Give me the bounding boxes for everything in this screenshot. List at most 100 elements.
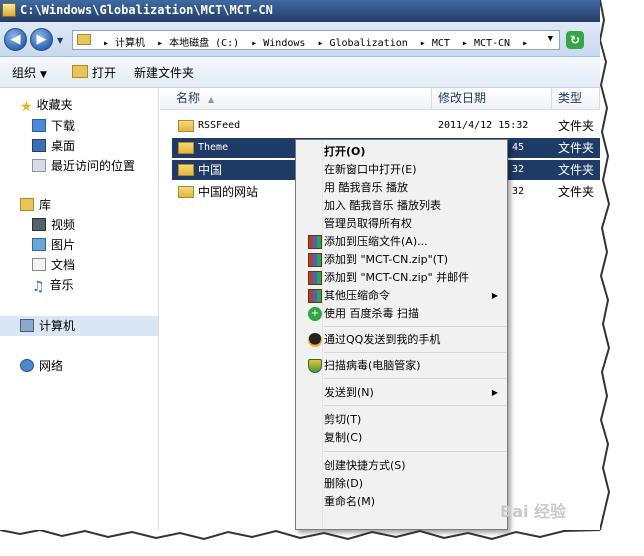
context-menu: 打开(O) 在新窗口中打开(E) 用 酷我音乐 播放 加入 酷我音乐 播放列表 … — [295, 139, 508, 530]
nav-item-videos[interactable]: 视频 — [32, 216, 75, 234]
nav-item-desktop[interactable]: 桌面 — [32, 137, 75, 155]
chevron-right-icon[interactable]: ▸ — [420, 38, 426, 49]
menu-item-other-compress[interactable]: 其他压缩命令 ▶ — [308, 287, 504, 305]
menu-separator — [324, 378, 506, 379]
folder-icon — [77, 34, 91, 45]
nav-network[interactable]: 网络 — [20, 357, 63, 375]
nav-label: 库 — [39, 198, 52, 212]
breadcrumb: ▸ 计算机 ▸ 本地磁盘 (C:) ▸ Windows ▸ Globalization … — [97, 34, 534, 49]
nav-item-pictures[interactable]: 图片 — [32, 236, 75, 254]
refresh-icon[interactable]: ↻ — [566, 31, 584, 49]
menu-separator — [324, 352, 506, 353]
breadcrumb-item[interactable]: 计算机 — [115, 38, 145, 49]
nav-item-documents[interactable]: 文档 — [32, 256, 75, 274]
menu-separator — [324, 405, 506, 406]
file-modified: 45 — [512, 142, 525, 153]
organize-button[interactable]: 组织 ▼ — [12, 64, 47, 81]
menu-item-open-new-window[interactable]: 在新窗口中打开(E) — [324, 161, 417, 179]
new-folder-button[interactable]: 新建文件夹 — [134, 64, 194, 81]
column-header-modified[interactable]: 修改日期 — [432, 88, 552, 109]
arrow-right-icon: ▶ — [36, 32, 47, 47]
navigation-pane: ★收藏夹 下载 桌面 最近访问的位置 库 视频 图片 文档 ♫ 音乐 计算机 — [0, 88, 159, 530]
menu-item-copy[interactable]: 复制(C) — [324, 429, 362, 447]
video-icon — [32, 218, 46, 231]
menu-label: 添加到 "MCT-CN.zip" 并邮件 — [324, 271, 470, 284]
picture-icon — [32, 238, 46, 251]
breadcrumb-item[interactable]: Windows — [263, 38, 305, 49]
chevron-right-icon[interactable]: ▸ — [462, 38, 468, 49]
chevron-right-icon[interactable]: ▸ — [251, 38, 257, 49]
nav-libraries[interactable]: 库 — [20, 196, 51, 214]
nav-item-recent-places[interactable]: 最近访问的位置 — [32, 157, 135, 175]
menu-item-pc-manager-scan[interactable]: 扫描病毒(电脑管家) — [308, 357, 421, 375]
open-label: 打开 — [92, 66, 117, 80]
nav-item-music[interactable]: ♫ 音乐 — [32, 276, 74, 295]
chevron-right-icon[interactable]: ▸ — [157, 38, 163, 49]
file-modified: 32 — [512, 164, 525, 175]
column-label: 名称 — [176, 91, 201, 105]
menu-label: 其他压缩命令 — [324, 289, 390, 302]
back-button[interactable]: ◀ — [4, 28, 27, 51]
menu-item-add-to-archive[interactable]: 添加到压缩文件(A)... — [308, 233, 428, 251]
menu-item-cut[interactable]: 剪切(T) — [324, 411, 361, 429]
chevron-right-icon[interactable]: ▸ — [522, 38, 528, 49]
column-header-row: 名称 ▲ 修改日期 类型 — [160, 88, 600, 110]
file-row-rssfeed[interactable]: RSSFeed 2011/4/12 15:32 文件夹 — [172, 116, 600, 136]
menu-item-send-to[interactable]: 发送到(N) ▶ — [324, 384, 504, 402]
torn-edge-right — [600, 0, 644, 556]
nav-item-downloads[interactable]: 下载 — [32, 117, 75, 135]
baidu-watermark: Bai 经验 — [500, 502, 567, 521]
arrow-left-icon: ◀ — [10, 32, 21, 47]
chevron-right-icon[interactable]: ▸ — [317, 38, 323, 49]
menu-item-open[interactable]: 打开(O) — [324, 143, 365, 161]
menu-item-baidu-scan[interactable]: + 使用 百度杀毒 扫描 — [308, 305, 419, 323]
menu-item-rename[interactable]: 重命名(M) — [324, 493, 375, 511]
recent-pages-dropdown[interactable]: ▼ — [57, 36, 63, 45]
menu-item-delete[interactable]: 删除(D) — [324, 475, 363, 493]
menu-item-play-kuwo[interactable]: 用 酷我音乐 播放 — [324, 179, 408, 197]
nav-label: 网络 — [39, 359, 64, 373]
computer-icon — [20, 319, 34, 332]
nav-label: 图片 — [51, 238, 76, 252]
nav-label: 最近访问的位置 — [51, 159, 136, 173]
star-icon: ★ — [20, 99, 33, 115]
menu-item-qq-send-phone[interactable]: 通过QQ发送到我的手机 — [308, 331, 440, 349]
open-button[interactable]: 打开 — [72, 64, 116, 81]
menu-label: 发送到(N) — [324, 386, 374, 399]
downloads-icon — [32, 119, 46, 132]
forward-button[interactable]: ▶ — [30, 28, 53, 51]
breadcrumb-item[interactable]: Globalization — [329, 38, 407, 49]
folder-open-icon — [72, 65, 88, 78]
recent-places-icon — [32, 159, 46, 172]
file-type: 文件夹 — [558, 141, 595, 155]
address-dropdown-button[interactable]: ▼ — [548, 34, 553, 44]
breadcrumb-item[interactable]: 本地磁盘 (C:) — [169, 38, 239, 49]
nav-favorites[interactable]: ★ 收藏夹 — [20, 96, 73, 115]
nav-computer[interactable]: 计算机 — [20, 317, 75, 335]
menu-item-add-to-zip[interactable]: 添加到 "MCT-CN.zip"(T) — [308, 251, 448, 269]
file-modified: 2011/4/12 15:32 — [438, 120, 529, 131]
file-type: 文件夹 — [558, 119, 595, 133]
chevron-right-icon[interactable]: ▸ — [103, 38, 109, 49]
menu-item-create-shortcut[interactable]: 创建快捷方式(S) — [324, 457, 406, 475]
winrar-icon — [308, 235, 322, 249]
title-bar[interactable]: C:\Windows\Globalization\MCT\MCT-CN — [0, 0, 600, 22]
nav-label: 下载 — [51, 119, 76, 133]
folder-icon — [178, 186, 194, 198]
breadcrumb-item[interactable]: MCT-CN — [474, 38, 510, 49]
menu-item-add-to-zip-email[interactable]: 添加到 "MCT-CN.zip" 并邮件 — [308, 269, 470, 287]
nav-label: 收藏夹 — [36, 98, 73, 112]
menu-label: 添加到压缩文件(A)... — [324, 235, 428, 248]
desktop-icon — [32, 139, 46, 152]
column-header-name[interactable]: 名称 ▲ — [160, 88, 432, 109]
folder-icon — [2, 3, 16, 17]
menu-label: 添加到 "MCT-CN.zip"(T) — [324, 253, 448, 266]
nav-label: 计算机 — [39, 319, 76, 333]
breadcrumb-item[interactable]: MCT — [432, 38, 450, 49]
organize-label: 组织 — [12, 66, 37, 80]
menu-item-add-kuwo-playlist[interactable]: 加入 酷我音乐 播放列表 — [324, 197, 441, 215]
baidu-antivirus-icon: + — [308, 307, 322, 321]
menu-item-take-ownership[interactable]: 管理员取得所有权 — [324, 215, 412, 233]
address-bar[interactable]: ▸ 计算机 ▸ 本地磁盘 (C:) ▸ Windows ▸ Globalization … — [72, 30, 560, 50]
column-header-type[interactable]: 类型 — [552, 88, 600, 109]
